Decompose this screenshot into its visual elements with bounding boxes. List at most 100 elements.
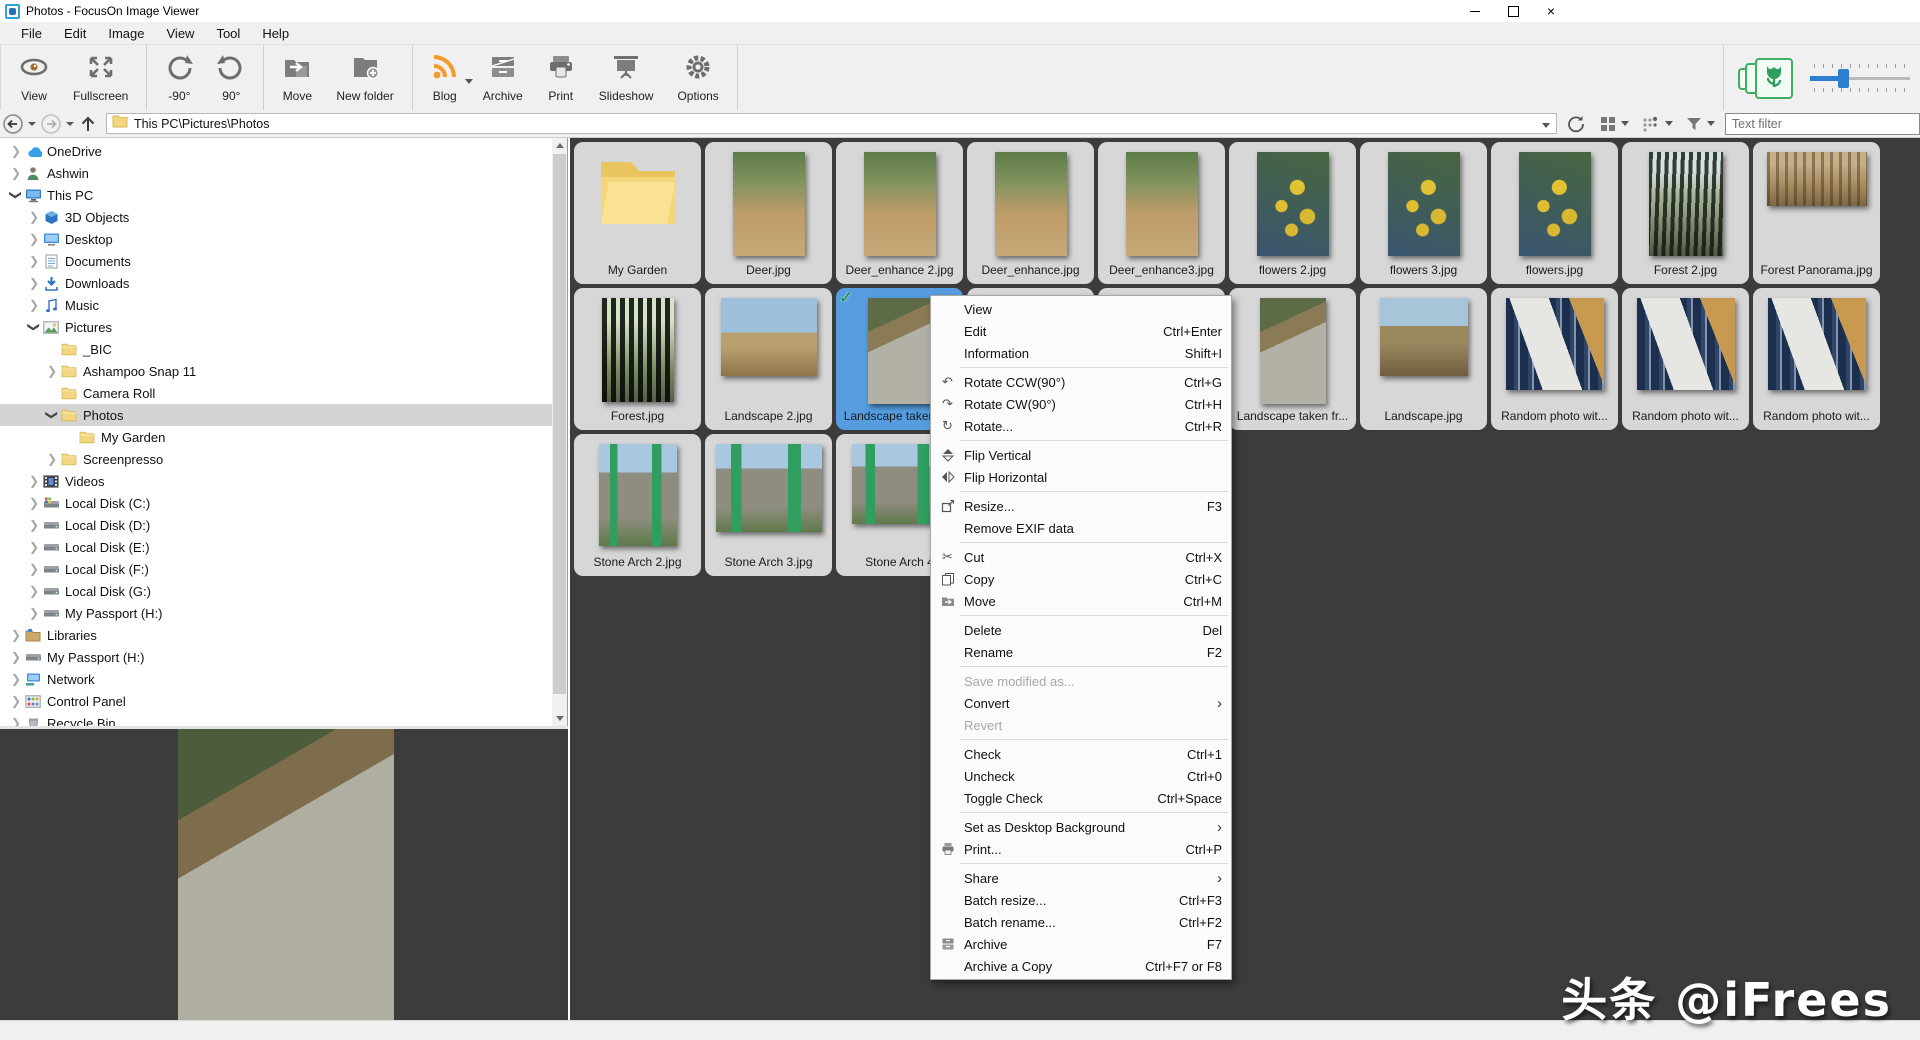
tree-item-3d-objects[interactable]: ❯3D Objects	[0, 206, 552, 228]
menu-item-archive[interactable]: ArchiveF7	[931, 933, 1231, 955]
menu-item-batch-resize[interactable]: Batch resize...Ctrl+F3	[931, 889, 1231, 911]
chevron-collapsed-icon[interactable]: ❯	[26, 540, 42, 554]
menu-item-rename[interactable]: RenameF2	[931, 641, 1231, 663]
photo-card-stone-arch-2-jpg[interactable]: Stone Arch 2.jpg	[574, 434, 701, 576]
photo-card-random-photo-wit-[interactable]: Random photo wit...	[1491, 288, 1618, 430]
menu-item-edit[interactable]: EditCtrl+Enter	[931, 320, 1231, 342]
chevron-collapsed-icon[interactable]: ❯	[26, 562, 42, 576]
menu-item-copy[interactable]: CopyCtrl+C	[931, 568, 1231, 590]
chevron-expanded-icon[interactable]: ❯	[27, 319, 41, 335]
address-dropdown-caret[interactable]	[1542, 115, 1550, 133]
back-button[interactable]	[0, 113, 26, 135]
tree-item-camera-roll[interactable]: ❯Camera Roll	[0, 382, 552, 404]
tree-item-onedrive[interactable]: ❯OneDrive	[0, 140, 552, 162]
photo-card-deer-enhance3-jpg[interactable]: Deer_enhance3.jpg	[1098, 142, 1225, 284]
menu-item-print[interactable]: Print...Ctrl+P	[931, 838, 1231, 860]
print-button[interactable]: Print	[535, 45, 587, 110]
thumbnail-zoom-slider[interactable]	[1810, 58, 1910, 98]
chevron-collapsed-icon[interactable]: ❯	[26, 496, 42, 510]
photo-card-forest-panorama-jpg[interactable]: Forest Panorama.jpg	[1753, 142, 1880, 284]
sort-caret[interactable]	[1663, 121, 1675, 126]
slider-handle[interactable]	[1838, 69, 1849, 88]
tree-item-recycle-bin[interactable]: ❯Recycle Bin	[0, 712, 552, 726]
slideshow-button[interactable]: Slideshow	[587, 45, 666, 110]
preview-image[interactable]	[178, 729, 394, 1020]
menu-file[interactable]: File	[10, 22, 53, 44]
chevron-collapsed-icon[interactable]: ❯	[8, 144, 24, 158]
menu-view[interactable]: View	[156, 22, 206, 44]
menu-tool[interactable]: Tool	[205, 22, 251, 44]
view-button[interactable]: View	[7, 45, 61, 110]
tree-scrollbar[interactable]	[552, 138, 567, 726]
tree-item-desktop[interactable]: ❯Desktop	[0, 228, 552, 250]
chevron-collapsed-icon[interactable]: ❯	[8, 716, 24, 726]
chevron-collapsed-icon[interactable]: ❯	[26, 276, 42, 290]
minimize-button[interactable]	[1456, 0, 1494, 22]
view-mode-caret[interactable]	[1619, 121, 1631, 126]
back-history-caret[interactable]	[26, 122, 38, 126]
scroll-up-arrow-icon[interactable]	[556, 143, 564, 148]
90--button[interactable]: 90°	[205, 45, 257, 110]
tree-item-screenpresso[interactable]: ❯Screenpresso	[0, 448, 552, 470]
menu-item-archive-a-copy[interactable]: Archive a CopyCtrl+F7 or F8	[931, 955, 1231, 977]
chevron-collapsed-icon[interactable]: ❯	[44, 364, 60, 378]
menu-item-delete[interactable]: DeleteDel	[931, 619, 1231, 641]
tree-item-libraries[interactable]: ❯Libraries	[0, 624, 552, 646]
photo-card-flowers-jpg[interactable]: flowers.jpg	[1491, 142, 1618, 284]
menu-item-check[interactable]: CheckCtrl+1	[931, 743, 1231, 765]
menu-item-batch-rename[interactable]: Batch rename...Ctrl+F2	[931, 911, 1231, 933]
photo-card-deer-enhance-jpg[interactable]: Deer_enhance.jpg	[967, 142, 1094, 284]
photo-card-deer-enhance-2-jpg[interactable]: Deer_enhance 2.jpg	[836, 142, 963, 284]
menu-item-flip-horizontal[interactable]: Flip Horizontal	[931, 466, 1231, 488]
tree-item-local-disk-c-[interactable]: ❯Local Disk (C:)	[0, 492, 552, 514]
photo-card-deer-jpg[interactable]: Deer.jpg	[705, 142, 832, 284]
tree-item-pictures[interactable]: ❯Pictures	[0, 316, 552, 338]
fullscreen-button[interactable]: Fullscreen	[61, 45, 140, 110]
folder-card-my-garden[interactable]: My Garden	[574, 142, 701, 284]
tree-item-network[interactable]: ❯Network	[0, 668, 552, 690]
tree-item-documents[interactable]: ❯Documents	[0, 250, 552, 272]
tree-item-videos[interactable]: ❯Videos	[0, 470, 552, 492]
-90--button[interactable]: -90°	[153, 45, 205, 110]
archive-button[interactable]: Archive	[471, 45, 535, 110]
tree-item-my-passport-h-[interactable]: ❯My Passport (H:)	[0, 646, 552, 668]
filter-button[interactable]	[1683, 116, 1705, 132]
photo-card-forest-jpg[interactable]: Forest.jpg	[574, 288, 701, 430]
menu-item-convert[interactable]: Convert›	[931, 692, 1231, 714]
chevron-collapsed-icon[interactable]: ❯	[8, 672, 24, 686]
address-input[interactable]: This PC\Pictures\Photos	[106, 113, 1557, 134]
chevron-collapsed-icon[interactable]: ❯	[8, 166, 24, 180]
chevron-collapsed-icon[interactable]: ❯	[26, 232, 42, 246]
photo-card-flowers-3-jpg[interactable]: flowers 3.jpg	[1360, 142, 1487, 284]
chevron-collapsed-icon[interactable]: ❯	[26, 518, 42, 532]
photo-card-landscape-jpg[interactable]: Landscape.jpg	[1360, 288, 1487, 430]
filter-caret[interactable]	[1705, 121, 1717, 126]
menu-image[interactable]: Image	[97, 22, 155, 44]
tree-item-downloads[interactable]: ❯Downloads	[0, 272, 552, 294]
blog-button[interactable]: Blog	[419, 45, 471, 110]
tree-item--bic[interactable]: ❯_BIC	[0, 338, 552, 360]
move-button[interactable]: Move	[270, 45, 324, 110]
menu-item-rotate[interactable]: ↻Rotate...Ctrl+R	[931, 415, 1231, 437]
menu-item-uncheck[interactable]: UncheckCtrl+0	[931, 765, 1231, 787]
tree-item-this-pc[interactable]: ❯This PC	[0, 184, 552, 206]
chevron-collapsed-icon[interactable]: ❯	[26, 474, 42, 488]
menu-item-move[interactable]: MoveCtrl+M	[931, 590, 1231, 612]
menu-item-toggle-check[interactable]: Toggle CheckCtrl+Space	[931, 787, 1231, 809]
photo-card-forest-2-jpg[interactable]: Forest 2.jpg	[1622, 142, 1749, 284]
options-button[interactable]: Options	[665, 45, 730, 110]
chevron-expanded-icon[interactable]: ❯	[45, 407, 59, 423]
photo-card-random-photo-wit-[interactable]: Random photo wit...	[1622, 288, 1749, 430]
close-button[interactable]: ×	[1532, 0, 1570, 22]
chevron-collapsed-icon[interactable]: ❯	[26, 584, 42, 598]
chevron-collapsed-icon[interactable]: ❯	[26, 606, 42, 620]
tree-item-local-disk-d-[interactable]: ❯Local Disk (D:)	[0, 514, 552, 536]
chevron-collapsed-icon[interactable]: ❯	[44, 452, 60, 466]
sort-button[interactable]	[1639, 115, 1663, 133]
tree-item-my-passport-h-[interactable]: ❯My Passport (H:)	[0, 602, 552, 624]
tree-item-photos[interactable]: ❯Photos	[0, 404, 552, 426]
chevron-collapsed-icon[interactable]: ❯	[26, 298, 42, 312]
menu-item-rotate-cw-90[interactable]: ↷Rotate CW(90°)Ctrl+H	[931, 393, 1231, 415]
refresh-button[interactable]	[1565, 115, 1587, 133]
menu-item-share[interactable]: Share›	[931, 867, 1231, 889]
